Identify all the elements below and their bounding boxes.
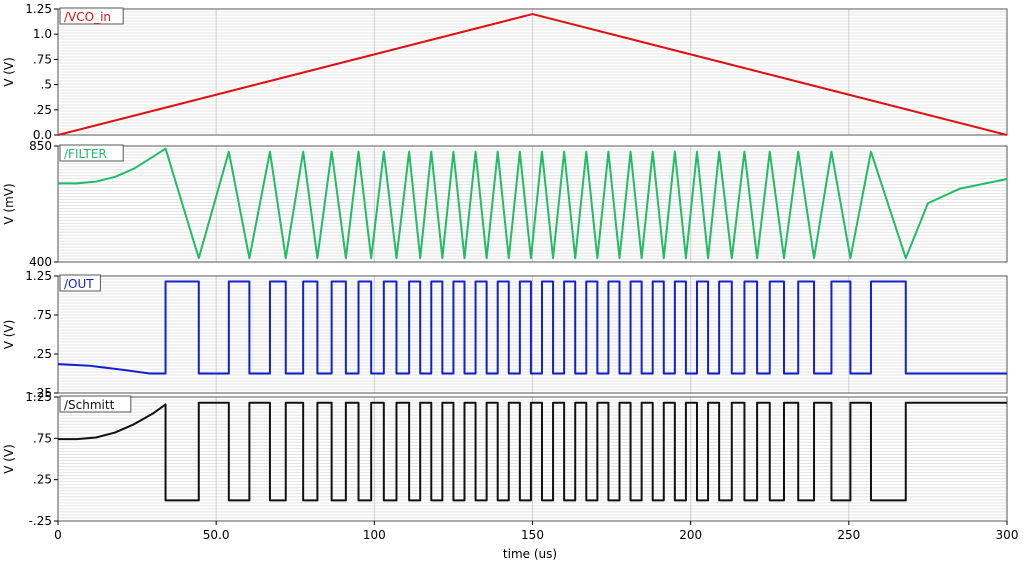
- y-tick-label: .25: [33, 103, 52, 117]
- trace-name-label: /Schmitt: [64, 398, 115, 412]
- trace-name-label: /OUT: [64, 277, 94, 291]
- trace-name-label: /FILTER: [64, 147, 107, 161]
- y-tick-label: 1.25: [25, 2, 52, 16]
- y-tick-label: .75: [33, 308, 52, 322]
- panel-4-ylabel: V (V): [2, 444, 16, 474]
- x-tick-label: 50.0: [203, 528, 230, 542]
- x-tick-label: 250: [837, 528, 860, 542]
- y-tick-label: 850: [29, 139, 52, 153]
- waveform-viewer: 0.0.25.5.751.01.25V (V)/VCO_in400850V (m…: [0, 0, 1023, 565]
- x-tick-label: 0: [54, 528, 62, 542]
- y-tick-label: 1.25: [25, 269, 52, 283]
- y-tick-label: -.25: [29, 514, 52, 528]
- panel-1-ylabel: V (V): [2, 57, 16, 87]
- y-tick-label: .75: [33, 52, 52, 66]
- x-tick-label: 300: [996, 528, 1019, 542]
- x-tick-label: 100: [363, 528, 386, 542]
- y-tick-label: 1.0: [33, 27, 52, 41]
- y-tick-label: 1.25: [25, 390, 52, 404]
- trace-name-label: /VCO_in: [64, 10, 111, 24]
- y-tick-label: 400: [29, 255, 52, 269]
- x-tick-label: 200: [679, 528, 702, 542]
- panel-2-ylabel: V (mV): [2, 183, 16, 224]
- y-tick-label: .5: [41, 78, 52, 92]
- panel-3-ylabel: V (V): [2, 320, 16, 350]
- y-tick-label: .25: [33, 473, 52, 487]
- y-tick-label: .25: [33, 347, 52, 361]
- x-tick-label: 150: [521, 528, 544, 542]
- y-tick-label: .75: [33, 431, 52, 445]
- x-axis-label: time (us): [503, 547, 557, 561]
